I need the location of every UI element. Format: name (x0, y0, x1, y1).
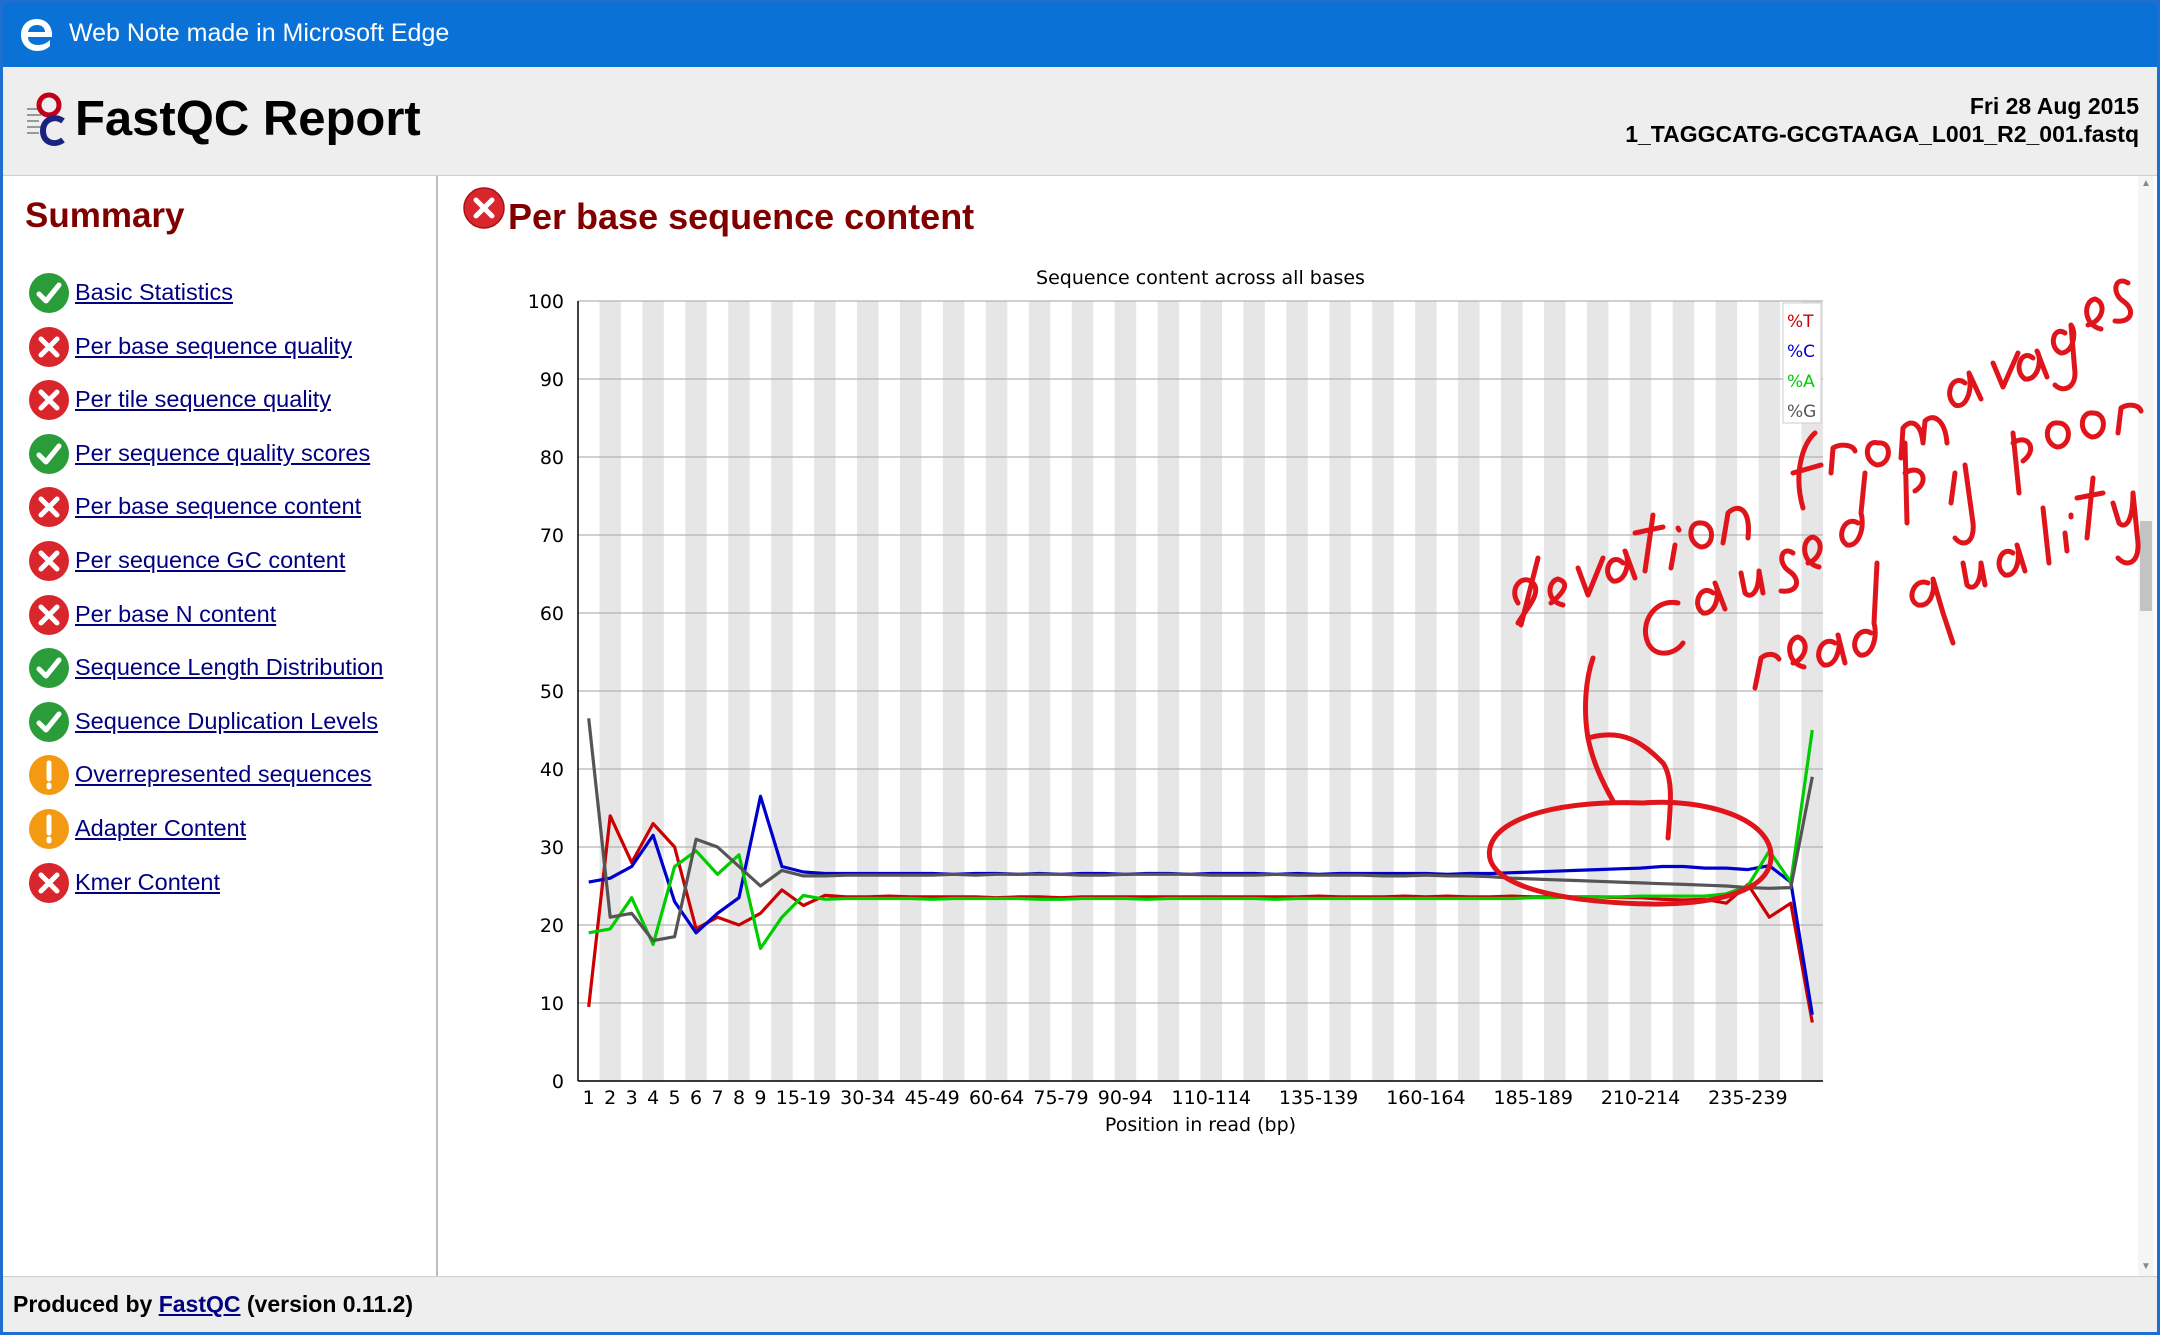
pass-check-icon (29, 273, 69, 313)
sidebar-item[interactable]: Per sequence GC content (25, 539, 435, 593)
x-tick-label: 75-79 (1033, 1087, 1088, 1109)
fail-icon (29, 594, 69, 635)
x-tick-label: 3 (626, 1087, 638, 1109)
x-tick-label: 5 (669, 1087, 681, 1109)
x-tick-label: 6 (690, 1087, 702, 1109)
x-tick-label: 210-214 (1601, 1087, 1680, 1109)
sequence-content-chart: 0 10 20 30 40 50 60 70 80 90 100 1 2 3 4 5 6 7 8 9 15-19 30-3… (528, 267, 1823, 1136)
sidebar-item-link[interactable]: Kmer Content (75, 869, 220, 896)
sidebar-item-link[interactable]: Sequence Duplication Levels (75, 708, 378, 735)
sidebar-item[interactable]: Overrepresented sequences (25, 753, 435, 807)
y-tick-label: 100 (528, 291, 564, 313)
footer-prefix: Produced by (13, 1291, 153, 1317)
report-filename: 1_TAGGCATG-GCGTAAGA_L001_R2_001.fastq (1625, 121, 2139, 147)
x-tick-label: 160-164 (1386, 1087, 1465, 1109)
fastqc-link[interactable]: FastQC (159, 1291, 241, 1317)
scroll-up-arrow-icon[interactable]: ▲ (2141, 178, 2151, 189)
y-tick-label: 80 (540, 447, 564, 469)
fail-icon (29, 540, 69, 581)
x-tick-label: 90-94 (1098, 1087, 1153, 1109)
x-tick-label: 45-49 (905, 1087, 960, 1109)
pass-check-icon (29, 648, 69, 689)
legend-entry: %G (1787, 402, 1816, 422)
sidebar-item-link[interactable]: Per base N content (75, 601, 276, 628)
fail-icon (29, 326, 69, 367)
module-list: Basic Statistics Per base sequence qualit… (25, 271, 435, 914)
vertical-scrollbar[interactable]: ▲ ▼ (2138, 176, 2154, 1276)
sidebar-item-link[interactable]: Overrepresented sequences (75, 761, 372, 788)
fail-icon (29, 862, 69, 903)
y-tick-label: 90 (540, 369, 564, 391)
sidebar-item-link[interactable]: Adapter Content (75, 815, 246, 842)
browser-window: Web Note made in Microsoft Edge FastQC R… (0, 0, 2160, 1335)
sidebar-item[interactable]: Per base N content (25, 593, 435, 647)
sidebar-item-link[interactable]: Per base sequence content (75, 493, 361, 520)
y-tick-label: 0 (552, 1071, 564, 1093)
main-content[interactable]: Per base sequence content 0 10 20 30 40 50 60 7… (438, 176, 2145, 1276)
summary-sidebar: Summary Basic Statistics Per base sequenc… (3, 176, 438, 1276)
pass-check-icon (29, 701, 69, 742)
y-tick-label: 70 (540, 525, 564, 547)
sidebar-item[interactable]: Kmer Content (25, 861, 435, 915)
pass-check-icon (29, 433, 69, 474)
x-tick-label: 60-64 (969, 1087, 1024, 1109)
footer-version: (version 0.11.2) (246, 1291, 414, 1317)
sidebar-item[interactable]: Basic Statistics (25, 271, 435, 325)
report-header: FastQC Report Fri 28 Aug 2015 1_TAGGCATG… (3, 67, 2157, 176)
sidebar-item[interactable]: Adapter Content (25, 807, 435, 861)
x-tick-label: 4 (647, 1087, 659, 1109)
x-tick-label: 7 (711, 1087, 723, 1109)
sidebar-item-link[interactable]: Per sequence GC content (75, 547, 345, 574)
y-tick-label: 30 (540, 837, 564, 859)
legend-entry: %C (1787, 342, 1815, 362)
footer-text: Produced by FastQC (version 0.11.2) (13, 1291, 413, 1318)
y-tick-label: 60 (540, 603, 564, 625)
x-tick-label: 8 (733, 1087, 745, 1109)
y-tick-label: 50 (540, 681, 564, 703)
sidebar-item-link[interactable]: Per base sequence quality (75, 333, 352, 360)
x-tick-label: 15-19 (776, 1087, 831, 1109)
report-date: Fri 28 Aug 2015 (1969, 93, 2139, 119)
sidebar-item[interactable]: Per base sequence content (25, 485, 435, 539)
x-tick-label: 30-34 (840, 1087, 895, 1109)
sidebar-item-link[interactable]: Per sequence quality scores (75, 440, 370, 467)
warning-icon (29, 755, 69, 796)
x-tick-label: 235-239 (1708, 1087, 1787, 1109)
sidebar-item-link[interactable]: Basic Statistics (75, 279, 233, 306)
x-axis-label: Position in read (bp) (1105, 1114, 1296, 1136)
legend-entry: %T (1787, 312, 1814, 332)
x-tick-label: 135-139 (1279, 1087, 1358, 1109)
scroll-down-arrow-icon[interactable]: ▼ (2141, 1261, 2151, 1272)
y-tick-label: 20 (540, 915, 564, 937)
chart-title: Sequence content across all bases (1036, 267, 1365, 289)
sidebar-item-link[interactable]: Per tile sequence quality (75, 386, 331, 413)
sidebar-item[interactable]: Per base sequence quality (25, 325, 435, 379)
fail-icon (29, 380, 69, 421)
y-tick-label: 40 (540, 759, 564, 781)
summary-title: Summary (25, 196, 185, 235)
x-tick-label: 9 (754, 1087, 766, 1109)
window-title: Web Note made in Microsoft Edge (69, 19, 450, 47)
report-footer: Produced by FastQC (version 0.11.2) (3, 1276, 2157, 1332)
fail-icon (29, 487, 69, 528)
warning-icon (29, 808, 69, 849)
fastqc-logo-icon (27, 92, 65, 146)
report-title: FastQC Report (75, 92, 421, 146)
sidebar-item[interactable]: Sequence Duplication Levels (25, 700, 435, 754)
sidebar-item[interactable]: Per sequence quality scores (25, 432, 435, 486)
x-tick-label: 185-189 (1494, 1087, 1573, 1109)
y-tick-label: 10 (540, 993, 564, 1015)
legend-entry: %A (1787, 372, 1815, 392)
x-tick-label: 1 (583, 1087, 595, 1109)
web-note-titlebar: Web Note made in Microsoft Edge (3, 3, 2157, 67)
sidebar-item-link[interactable]: Sequence Length Distribution (75, 654, 383, 681)
x-tick-label: 110-114 (1172, 1087, 1251, 1109)
sidebar-item[interactable]: Sequence Length Distribution (25, 646, 435, 700)
scroll-thumb[interactable] (2140, 521, 2152, 611)
sidebar-item[interactable]: Per tile sequence quality (25, 378, 435, 432)
x-tick-label: 2 (604, 1087, 616, 1109)
edge-browser-icon (21, 19, 53, 51)
